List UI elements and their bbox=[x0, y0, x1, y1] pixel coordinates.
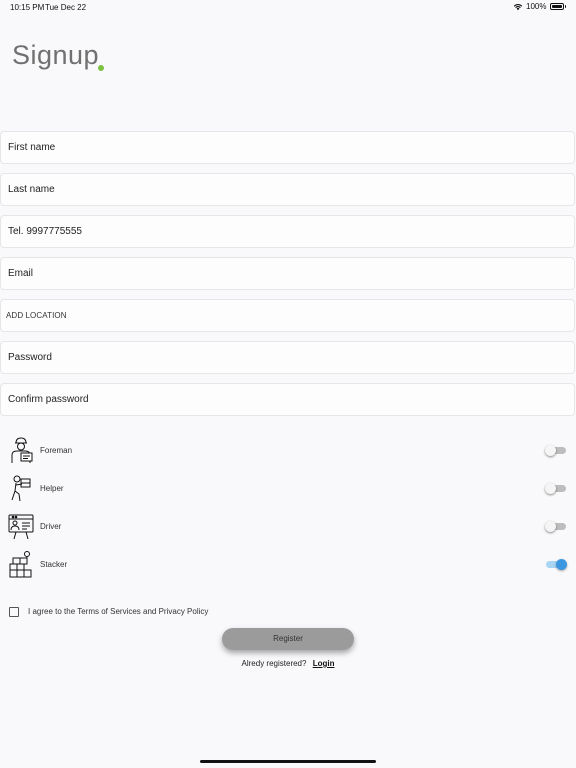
login-prompt: Alredy registered? Login bbox=[0, 659, 576, 668]
login-link[interactable]: Login bbox=[313, 659, 335, 668]
first-name-input[interactable] bbox=[1, 132, 574, 163]
status-time: 10:15 PM bbox=[10, 3, 45, 12]
already-registered-text: Alredy registered? bbox=[241, 659, 307, 668]
terms-checkbox[interactable] bbox=[9, 607, 19, 617]
toggle-thumb bbox=[545, 445, 556, 456]
terms-label: I agree to the Terms of Services and Pri… bbox=[28, 607, 209, 616]
add-location-label: ADD LOCATION bbox=[6, 311, 67, 320]
role-label-foreman: Foreman bbox=[40, 446, 73, 455]
foreman-toggle[interactable] bbox=[545, 445, 566, 456]
role-label-helper: Helper bbox=[40, 484, 64, 493]
toggle-thumb bbox=[556, 559, 567, 570]
last-name-field[interactable] bbox=[0, 173, 575, 206]
helper-toggle[interactable] bbox=[545, 483, 566, 494]
status-date: Tue Dec 22 bbox=[45, 3, 87, 12]
add-location-button[interactable]: ADD LOCATION bbox=[0, 299, 575, 332]
phone-field[interactable] bbox=[0, 215, 575, 248]
role-row-driver: Driver bbox=[0, 512, 576, 542]
phone-input[interactable] bbox=[1, 216, 574, 247]
email-field[interactable] bbox=[0, 257, 575, 290]
role-row-helper: Helper bbox=[0, 474, 576, 504]
status-indicators: 100% bbox=[513, 2, 566, 11]
foreman-icon bbox=[11, 437, 33, 463]
toggle-thumb bbox=[545, 483, 556, 494]
confirm-password-field[interactable] bbox=[0, 383, 575, 416]
stacker-icon bbox=[9, 551, 32, 578]
home-indicator bbox=[200, 760, 376, 763]
role-label-driver: Driver bbox=[40, 522, 62, 531]
page-title: Signup bbox=[12, 40, 100, 70]
title-accent-dot bbox=[98, 65, 104, 71]
role-row-foreman: Foreman bbox=[0, 436, 576, 466]
helper-icon bbox=[11, 475, 31, 502]
driver-toggle[interactable] bbox=[545, 521, 566, 532]
password-field[interactable] bbox=[0, 341, 575, 374]
role-row-stacker: Stacker bbox=[0, 550, 576, 580]
driver-icon bbox=[8, 514, 34, 540]
toggle-thumb bbox=[545, 521, 556, 532]
first-name-field[interactable] bbox=[0, 131, 575, 164]
battery-percent: 100% bbox=[526, 2, 547, 11]
stacker-toggle[interactable] bbox=[545, 559, 567, 570]
last-name-input[interactable] bbox=[1, 174, 574, 205]
battery-icon bbox=[549, 3, 564, 10]
battery-tip bbox=[564, 5, 566, 8]
role-label-stacker: Stacker bbox=[40, 560, 68, 569]
confirm-password-input[interactable] bbox=[1, 384, 574, 415]
email-input[interactable] bbox=[1, 258, 574, 289]
password-input[interactable] bbox=[1, 342, 574, 373]
status-bar: 10:15 PM Tue Dec 22 100% bbox=[0, 0, 576, 16]
register-button[interactable]: Register bbox=[222, 628, 354, 650]
wifi-icon bbox=[513, 3, 523, 10]
